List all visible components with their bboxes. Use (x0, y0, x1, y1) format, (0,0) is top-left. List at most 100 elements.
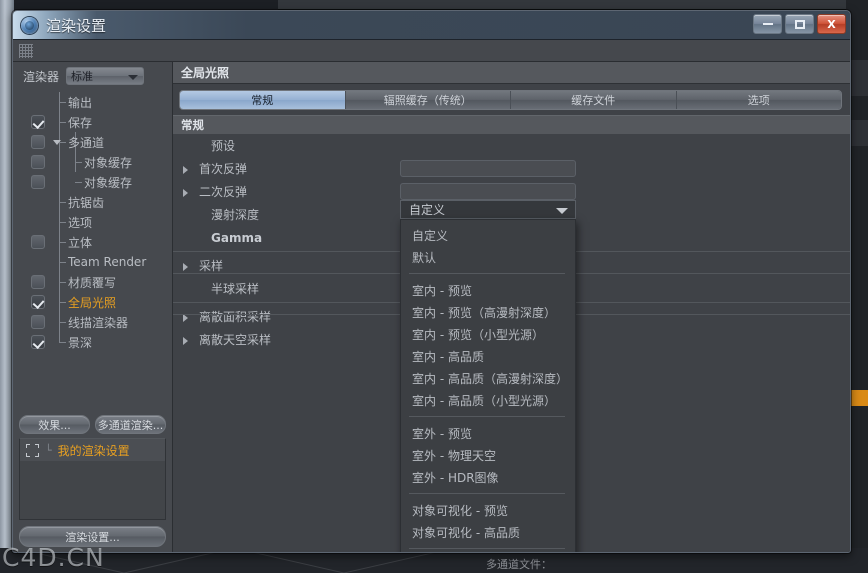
menu-item-10[interactable]: 室外 - HDR图像 (401, 466, 575, 488)
my-render-setting-item[interactable]: └ 我的渲染设置 (20, 439, 165, 461)
checkbox-unchecked[interactable] (31, 135, 45, 149)
sidebar-item-0[interactable]: 输出 (13, 92, 172, 112)
section-header: 全局光照 (173, 62, 850, 84)
tab-0[interactable]: 常规 (180, 91, 346, 109)
window-controls: X (753, 14, 846, 34)
checkbox-unchecked[interactable] (31, 275, 45, 289)
screen-root: 多通道文件： 渲染设置 X 渲染器 标准 输出 保存 多通道 对象缓存 对象缓存… (0, 0, 868, 573)
window-titlebar[interactable]: 渲染设置 X (13, 11, 850, 40)
tree-branch (75, 162, 82, 163)
tab-3[interactable]: 选项 (676, 91, 841, 109)
tree-branch (59, 102, 66, 103)
my-settings-list: └ 我的渲染设置 (19, 438, 166, 520)
target-icon (26, 443, 39, 457)
menu-item-1[interactable]: 默认 (401, 246, 575, 268)
tree-branch (59, 342, 66, 343)
effect-button[interactable]: 效果... (19, 415, 90, 434)
renderer-label: 渲染器 (23, 69, 60, 84)
property-row-1[interactable]: 首次反弹 (173, 157, 850, 180)
sub-header: 常规 (173, 115, 850, 134)
menu-item-4[interactable]: 室内 - 预览（小型光源） (401, 323, 575, 345)
menu-item-5[interactable]: 室内 - 高品质 (401, 345, 575, 367)
checkbox-unchecked[interactable] (31, 315, 45, 329)
sidebar-item-4[interactable]: 对象缓存 (13, 172, 172, 192)
sidebar-item-10[interactable]: 全局光照 (13, 292, 172, 312)
property-label: 半球采样 (211, 282, 260, 296)
property-label: 采样 (199, 259, 224, 273)
sidebar-item-3[interactable]: 对象缓存 (13, 152, 172, 172)
chevron-right-icon[interactable] (183, 189, 188, 197)
menu-item-8[interactable]: 室外 - 预览 (401, 422, 575, 444)
section-title: 全局光照 (181, 66, 230, 80)
checkbox-checked[interactable] (31, 295, 45, 309)
preset-select-value: 自定义 (409, 203, 446, 217)
tab-2[interactable]: 缓存文件 (511, 91, 677, 109)
tree-branch (59, 122, 66, 123)
sidebar-item-8[interactable]: Team Render (13, 252, 172, 272)
sidebar-item-5[interactable]: 抗锯齿 (13, 192, 172, 212)
menu-item-7[interactable]: 室内 - 高品质（小型光源） (401, 389, 575, 411)
property-label: 预设 (211, 139, 236, 153)
sidebar-item-11[interactable]: 线描渲染器 (13, 312, 172, 332)
renderer-row: 渲染器 标准 (13, 62, 172, 90)
sidebar-item-6[interactable]: 选项 (13, 212, 172, 232)
property-label: 离散天空采样 (199, 333, 272, 347)
chevron-right-icon[interactable] (183, 263, 188, 271)
menu-item-11[interactable]: 对象可视化 - 预览 (401, 499, 575, 521)
menu-item-9[interactable]: 室外 - 物理天空 (401, 444, 575, 466)
sidebar-item-9[interactable]: 材质覆写 (13, 272, 172, 292)
close-button[interactable]: X (817, 14, 846, 34)
settings-tree: 输出 保存 多通道 对象缓存 对象缓存 抗锯齿 选项 立体 Team Render 材质覆写 全局光… (13, 90, 172, 410)
menu-item-2[interactable]: 室内 - 预览 (401, 279, 575, 301)
preset-select[interactable]: 自定义 (400, 200, 576, 219)
menu-item-3[interactable]: 室内 - 预览（高漫射深度） (401, 301, 575, 323)
sidebar-item-label: 对象缓存 (84, 155, 133, 170)
sidebar-item-label: 对象缓存 (84, 175, 133, 190)
property-field[interactable] (400, 183, 576, 200)
menu-item-0[interactable]: 自定义 (401, 224, 575, 246)
property-label: Gamma (211, 230, 263, 245)
menu-separator (409, 493, 565, 494)
checkbox-unchecked[interactable] (31, 175, 45, 189)
sidebar-item-label: 保存 (68, 115, 93, 130)
drag-grip-icon[interactable] (19, 44, 33, 58)
tree-branch (75, 182, 82, 183)
tab-1[interactable]: 辐照缓存（传统） (345, 91, 511, 109)
sidebar-item-12[interactable]: 景深 (13, 332, 172, 352)
chevron-right-icon[interactable] (183, 166, 188, 174)
preset-dropdown-menu: 自定义 默认 室内 - 预览 室内 - 预览（高漫射深度） 室内 - 预览（小型光源）室… (400, 219, 576, 552)
sidebar-item-label: 线描渲染器 (68, 315, 129, 330)
maximize-button[interactable] (785, 14, 814, 34)
checkbox-unchecked[interactable] (31, 235, 45, 249)
renderer-select[interactable]: 标准 (66, 67, 145, 85)
checkbox-checked[interactable] (31, 335, 45, 349)
property-label: 漫射深度 (211, 208, 260, 222)
tree-branch (59, 242, 66, 243)
sidebar-item-label: 输出 (68, 95, 93, 110)
sidebar-item-1[interactable]: 保存 (13, 112, 172, 132)
menu-separator (409, 273, 565, 274)
menu-item-6[interactable]: 室内 - 高品质（高漫射深度） (401, 367, 575, 389)
sidebar-item-label: Team Render (68, 255, 147, 269)
sidebar-item-label: 立体 (68, 235, 93, 250)
watermark: C4D.CN (2, 543, 105, 572)
sidebar-item-label: 多通道 (68, 135, 105, 150)
checkbox-checked[interactable] (31, 115, 45, 129)
property-row-0[interactable]: 预设 (173, 134, 850, 157)
tree-elbow: └ (45, 443, 52, 457)
sidebar-item-label: 抗锯齿 (68, 195, 105, 210)
sidebar-item-label: 选项 (68, 215, 93, 230)
chevron-right-icon[interactable] (183, 314, 188, 322)
minimize-button[interactable] (753, 14, 782, 34)
multipass-file-label: 多通道文件： (486, 558, 552, 571)
my-render-setting-label: 我的渲染设置 (57, 443, 130, 458)
sidebar-item-7[interactable]: 立体 (13, 232, 172, 252)
sidebar-item-2[interactable]: 多通道 (13, 132, 172, 152)
chevron-right-icon[interactable] (183, 337, 188, 345)
menu-item-12[interactable]: 对象可视化 - 高品质 (401, 521, 575, 543)
sub-header-label: 常规 (181, 118, 204, 132)
multipass-render-button[interactable]: 多通道渲染... (95, 415, 166, 434)
checkbox-unchecked[interactable] (31, 155, 45, 169)
property-field[interactable] (400, 160, 576, 177)
tree-branch (59, 262, 66, 263)
